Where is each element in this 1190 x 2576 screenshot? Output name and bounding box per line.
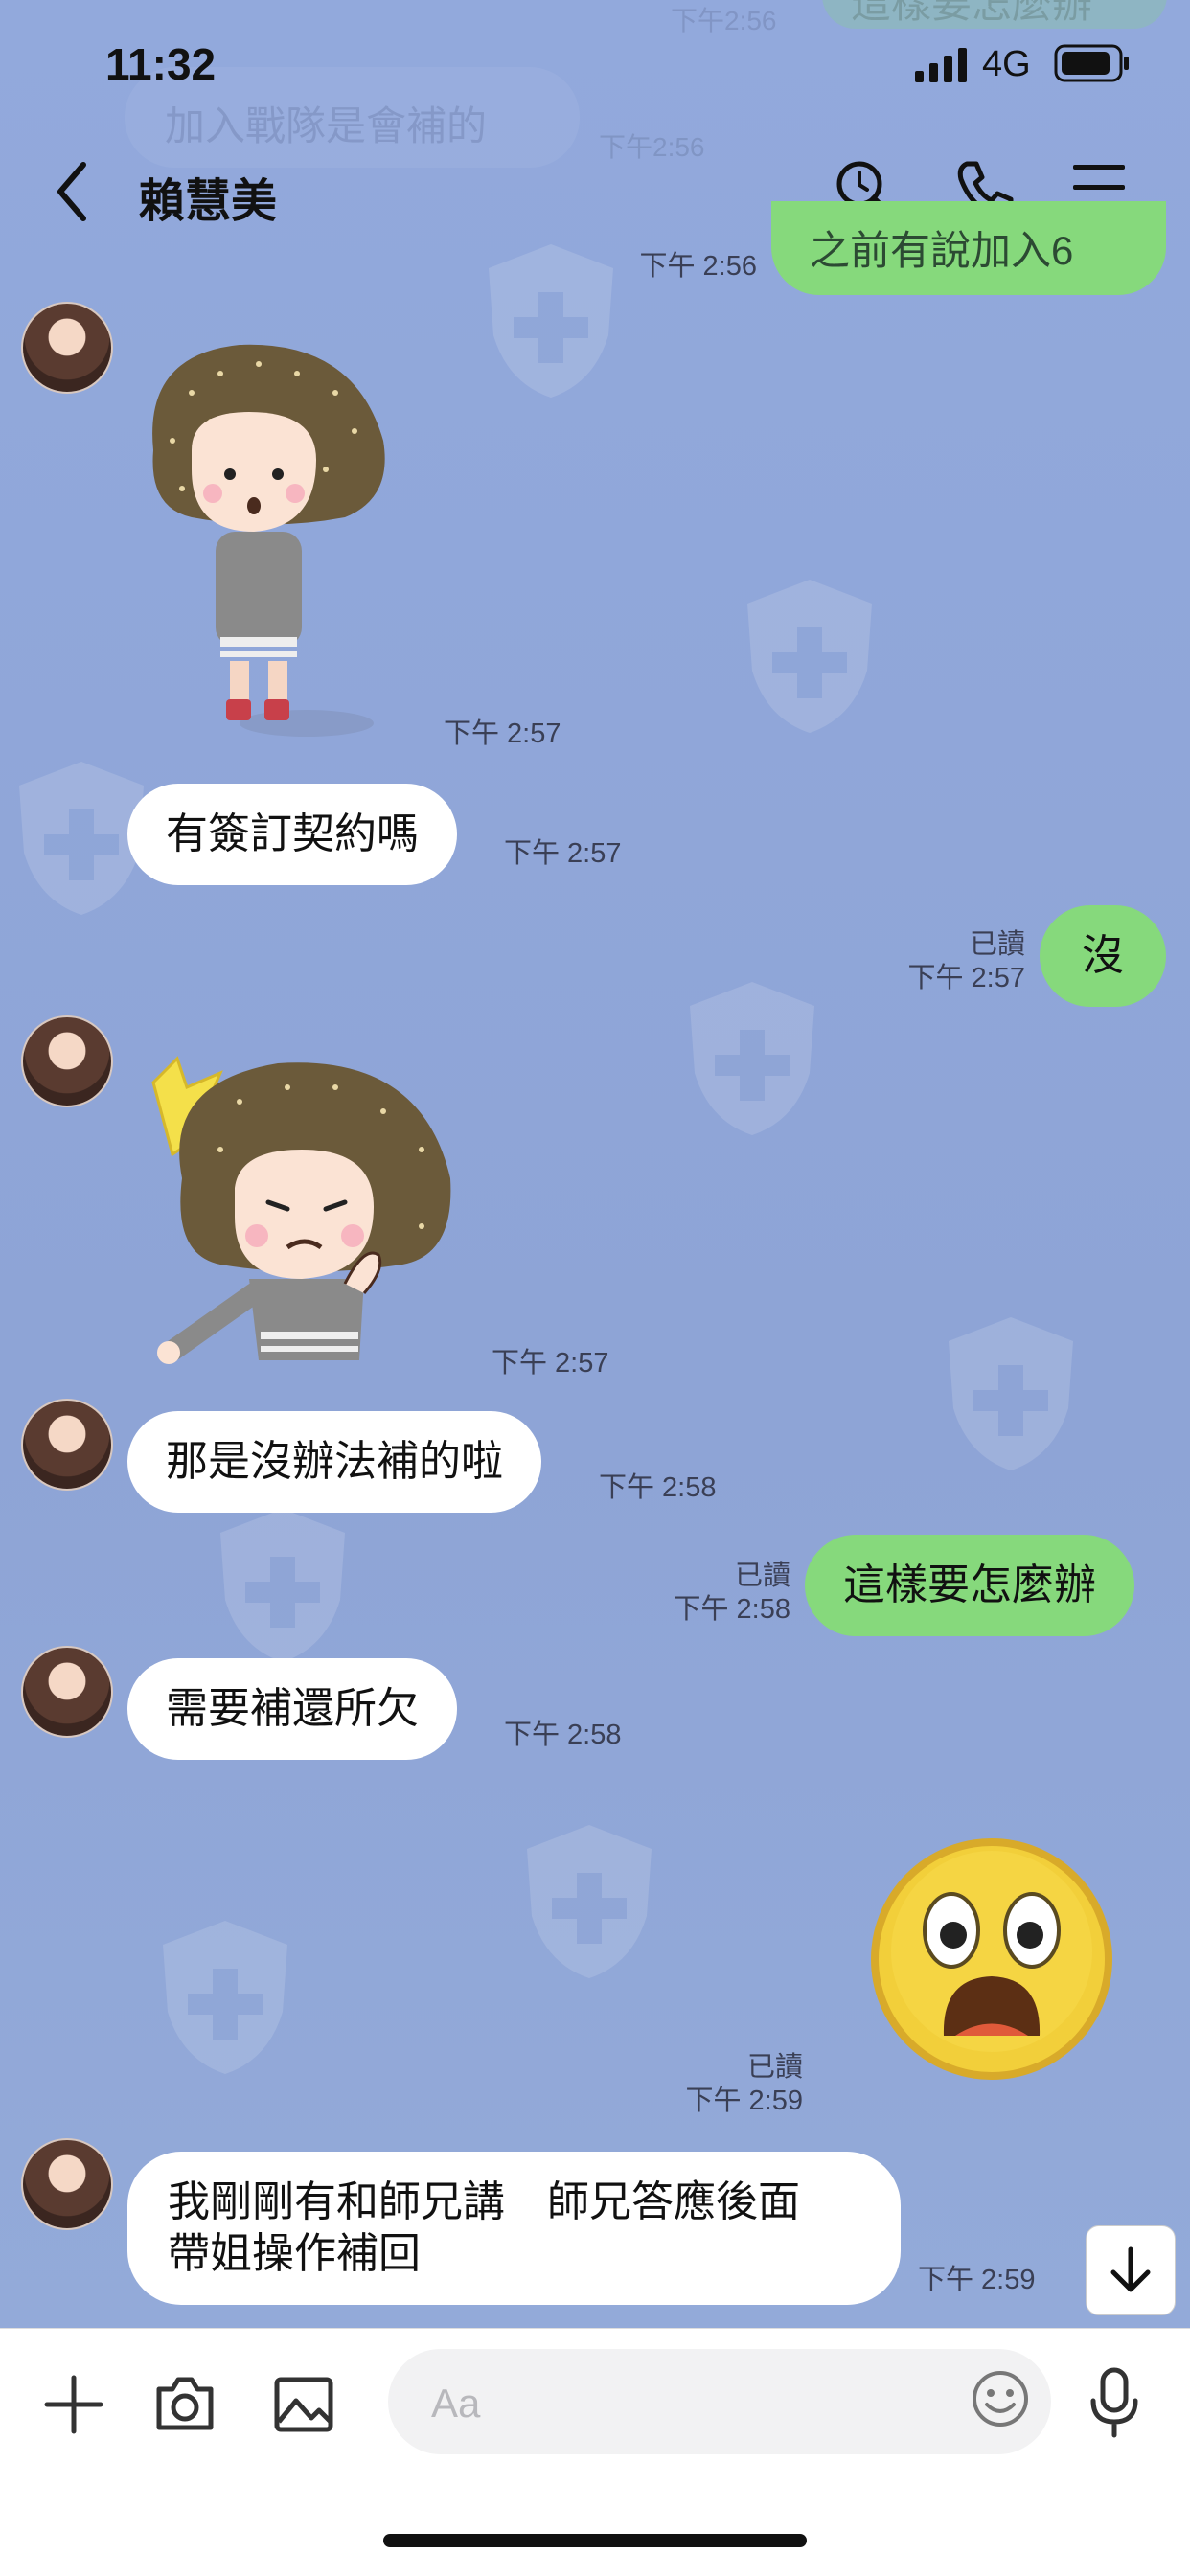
- network-label: 4G: [982, 44, 1031, 84]
- plus-icon[interactable]: [43, 2374, 104, 2435]
- message-time: 下午 2:57: [492, 1348, 609, 1379]
- incoming-message-bubble[interactable]: 那是沒辦法補的啦: [127, 1411, 541, 1513]
- message-time: 下午 2:58: [599, 1472, 717, 1503]
- shield-watermark-icon: [489, 244, 613, 398]
- incoming-message-bubble[interactable]: 我剛剛有和師兄講 師兄答應後面 帶姐操作補回: [127, 2152, 901, 2305]
- message-time: 下午 2:59: [918, 2265, 1036, 2295]
- read-receipt: 已讀: [969, 929, 1025, 960]
- message-input-placeholder: Aa: [431, 2381, 481, 2426]
- message-time: 下午 2:56: [639, 251, 758, 282]
- shield-watermark-icon: [163, 1921, 287, 2074]
- message-input[interactable]: [388, 2349, 1051, 2454]
- battery-icon: [1054, 44, 1129, 82]
- shield-watermark-icon: [949, 1317, 1073, 1470]
- message-time: 下午 2:57: [504, 838, 622, 869]
- message-text: 那是沒辦法補的啦: [166, 1438, 503, 1485]
- camera-icon[interactable]: [153, 2374, 217, 2433]
- shield-watermark-icon: [747, 580, 872, 733]
- avatar[interactable]: [21, 1646, 113, 1738]
- shield-watermark-icon: [527, 1825, 652, 1978]
- message-time: 下午 2:58: [504, 1720, 622, 1750]
- incoming-message-bubble[interactable]: 有簽訂契約嗎: [127, 784, 457, 885]
- message-time: 下午 2:59: [685, 2086, 804, 2116]
- message-text: 沒: [1082, 932, 1124, 979]
- message-text-line: 帶姐操作補回: [168, 2230, 421, 2277]
- scroll-to-bottom-button[interactable]: [1086, 2225, 1176, 2315]
- message-time: 下午 2:57: [444, 718, 561, 749]
- emoji-icon[interactable]: [970, 2368, 1031, 2429]
- microphone-icon[interactable]: [1087, 2366, 1141, 2439]
- message-time: 下午 2:57: [907, 963, 1026, 993]
- home-indicator: [383, 2534, 807, 2547]
- message-text: 有簽訂契約嗎: [166, 810, 419, 857]
- shield-watermark-icon: [690, 982, 814, 1135]
- sticker-girl-annoyed[interactable]: [134, 1044, 460, 1370]
- shield-watermark-icon: [220, 1509, 345, 1662]
- arrow-down-icon: [1110, 2246, 1151, 2292]
- contact-name: 賴慧美: [139, 176, 278, 227]
- outgoing-bubble-partial[interactable]: 之前有說加入6: [771, 201, 1166, 295]
- outgoing-message-bubble[interactable]: 沒: [1040, 905, 1166, 1007]
- incoming-message-bubble[interactable]: 需要補還所欠: [127, 1658, 457, 1760]
- outgoing-text-partial: 之前有說加入6: [810, 228, 1074, 273]
- signal-icon: [915, 48, 967, 82]
- outgoing-message-bubble[interactable]: 這樣要怎麼辦: [805, 1535, 1134, 1636]
- back-arrow-icon[interactable]: [53, 161, 91, 222]
- sticker-girl-worried[interactable]: [134, 335, 402, 747]
- message-text: 需要補還所欠: [166, 1685, 419, 1732]
- read-receipt: 已讀: [746, 2052, 803, 2083]
- avatar[interactable]: [21, 302, 113, 394]
- avatar[interactable]: [21, 1015, 113, 1107]
- message-text-line: 我剛剛有和師兄講 師兄答應後面: [168, 2178, 800, 2225]
- read-receipt: 已讀: [734, 1561, 790, 1591]
- status-time: 11:32: [105, 39, 217, 89]
- avatar[interactable]: [21, 2138, 113, 2230]
- message-text: 這樣要怎麼辦: [843, 1562, 1096, 1608]
- avatar[interactable]: [21, 1399, 113, 1491]
- image-icon[interactable]: [273, 2374, 334, 2435]
- message-time: 下午 2:58: [673, 1594, 791, 1625]
- shocked-face-sticker[interactable]: [867, 1835, 1116, 2084]
